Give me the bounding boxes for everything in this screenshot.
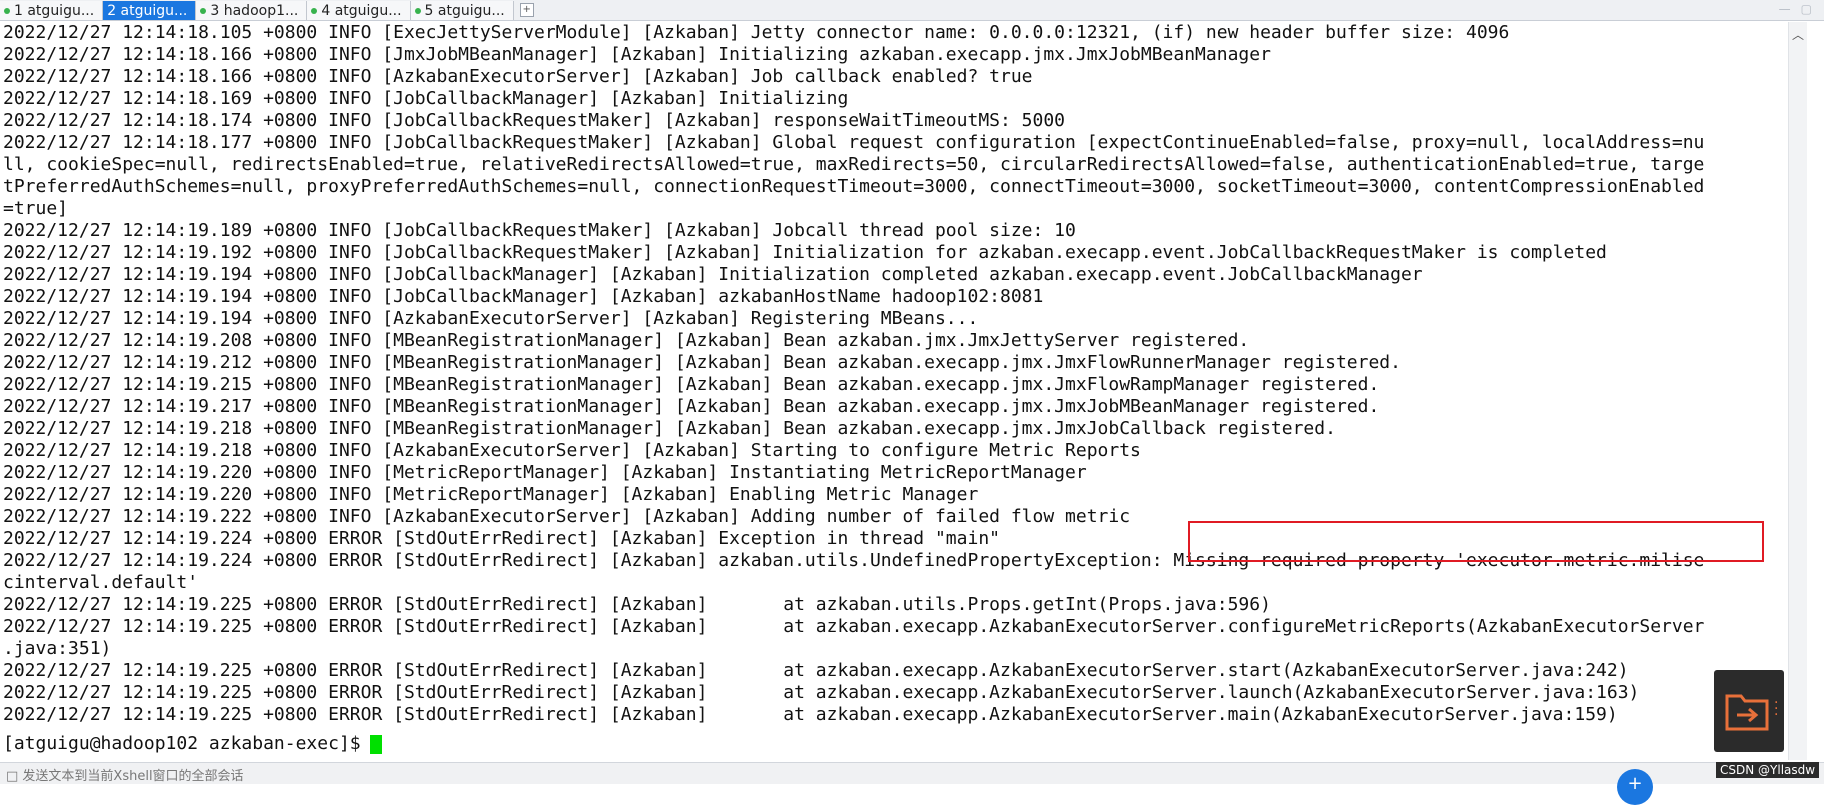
stacktrace-line: 2022/12/27 12:14:19.225 +0800 ERROR [Std… [3,594,1271,615]
session-tab-5[interactable]: 5 atguigu... [410,1,514,20]
scroll-up-icon[interactable]: ︿ [1792,26,1804,43]
folder-arrow-icon [1725,694,1769,731]
tab-label: 5 atguigu... [424,2,505,19]
compose-action-button[interactable]: + [1617,769,1653,805]
shell-prompt-line[interactable]: [atguigu@hadoop102 azkaban-exec]$ [3,733,382,755]
stacktrace-line: 2022/12/27 12:14:19.225 +0800 ERROR [Std… [3,704,1618,725]
stacktrace-line: 2022/12/27 12:14:19.225 +0800 ERROR [Std… [3,660,1629,681]
window-controls: — ▢ [1779,2,1812,16]
connected-dot-icon [311,7,318,14]
log-line: 2022/12/27 12:14:18.169 +0800 INFO [JobC… [3,88,849,109]
tab-label: 3 hadoop1... [210,2,299,19]
log-line: 2022/12/27 12:14:18.174 +0800 INFO [JobC… [3,110,1066,131]
session-tab-2[interactable]: 2 atguigu... [103,1,197,20]
send-to-all-sessions-label[interactable]: □ 发送文本到当前Xshell窗口的全部会话 [6,765,244,784]
shell-prompt: [atguigu@hadoop102 azkaban-exec]$ [3,733,361,754]
log-line: ll, cookieSpec=null, redirectsEnabled=tr… [3,154,1705,175]
connected-dot-icon [200,7,207,14]
error-line: cinterval.default' [3,572,199,593]
log-line: 2022/12/27 12:14:19.220 +0800 INFO [Metr… [3,484,979,505]
log-line: 2022/12/27 12:14:19.218 +0800 INFO [MBea… [3,418,1336,439]
log-line: 2022/12/27 12:14:19.220 +0800 INFO [Metr… [3,462,1087,483]
session-tab-1[interactable]: 1 atguigu... [0,1,104,20]
log-line: 2022/12/27 12:14:19.222 +0800 INFO [Azka… [3,506,1131,527]
tab-label: 2 atguigu... [107,2,188,19]
session-tab-3[interactable]: 3 hadoop1... [196,1,308,20]
stacktrace-line: 2022/12/27 12:14:19.225 +0800 ERROR [Std… [3,682,1640,703]
session-tab-4[interactable]: 4 atguigu... [307,1,411,20]
log-line: 2022/12/27 12:14:19.217 +0800 INFO [MBea… [3,396,1380,417]
connected-dot-icon [4,7,10,14]
log-line: 2022/12/27 12:14:18.166 +0800 INFO [Azka… [3,66,1033,87]
minimize-icon[interactable]: — [1779,2,1791,16]
tab-label: 4 atguigu... [321,2,402,19]
log-line: 2022/12/27 12:14:18.177 +0800 INFO [JobC… [3,132,1705,153]
log-line: 2022/12/27 12:14:18.166 +0800 INFO [JmxJ… [3,44,1271,65]
log-line: 2022/12/27 12:14:19.189 +0800 INFO [JobC… [3,220,1076,241]
watermark: CSDN @Yllasdw [1716,762,1820,778]
compose-bar: □ 发送文本到当前Xshell窗口的全部会话 [0,762,1824,784]
connected-dot-icon [414,7,421,14]
text-cursor [369,734,382,754]
log-line: 2022/12/27 12:14:19.194 +0800 INFO [Azka… [3,308,979,329]
log-line: 2022/12/27 12:14:19.194 +0800 INFO [JobC… [3,286,1044,307]
log-line: 2022/12/27 12:14:19.192 +0800 INFO [JobC… [3,242,1607,263]
vertical-scrollbar[interactable]: ︿ [1788,22,1807,760]
stacktrace-line: 2022/12/27 12:14:19.225 +0800 ERROR [Std… [3,616,1705,637]
floating-transfer-widget[interactable]: · · · [1714,670,1784,752]
log-line: 2022/12/27 12:14:18.105 +0800 INFO [Exec… [3,22,1510,43]
log-line: 2022/12/27 12:14:19.218 +0800 INFO [Azka… [3,440,1141,461]
error-highlight-box [1188,521,1764,562]
log-line: 2022/12/27 12:14:19.194 +0800 INFO [JobC… [3,264,1423,285]
log-line: 2022/12/27 12:14:19.215 +0800 INFO [MBea… [3,374,1380,395]
more-options-icon[interactable]: · · · [1774,696,1778,722]
maximize-icon[interactable]: ▢ [1801,2,1812,16]
add-tab-button[interactable]: + [519,3,534,17]
tab-label: 1 atguigu... [14,2,95,19]
session-tab-bar: 1 atguigu... 2 atguigu... 3 hadoop1... 4… [0,0,1824,21]
log-line: 2022/12/27 12:14:19.208 +0800 INFO [MBea… [3,330,1250,351]
terminal-output[interactable]: 2022/12/27 12:14:18.105 +0800 INFO [Exec… [0,22,1788,760]
stacktrace-line: .java:351) [3,638,112,659]
log-line: 2022/12/27 12:14:19.212 +0800 INFO [MBea… [3,352,1401,373]
error-line: 2022/12/27 12:14:19.224 +0800 ERROR [Std… [3,528,1000,549]
log-line: tPreferredAuthSchemes=null, proxyPreferr… [3,176,1705,197]
log-line: =true] [3,198,69,219]
